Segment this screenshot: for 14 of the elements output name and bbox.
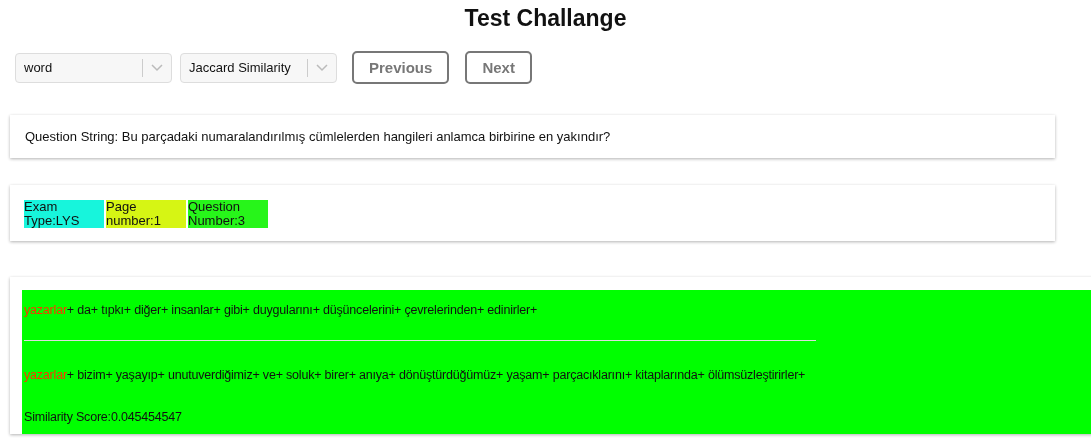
previous-button[interactable]: Previous — [352, 51, 450, 84]
token-sentence: yazarlar+ da+ tıpkı+ diğer+ insanlar+ gibi+ duygularını+ düşüncelerini+ çevrelerinden+ edinirler+ — [24, 302, 539, 319]
token-sentence: yazarlar+ bizim+ yaşayıp+ unutuverdiğimiz+ ve+ soluk+ birer+ anıya+ dönüştürdüğümüz+ yaşam+ parçacıklarını+ kitaplarında+ ölümsüzleştirirler+ — [24, 367, 807, 384]
question-text: Question String: Bu parçadaki numaralandırılmış cümlelerden hangileri anlamca birbirine en yakındır? — [10, 115, 1055, 158]
dropdown[interactable]: Jaccard Similarity — [180, 52, 337, 83]
info-tag: Question Number:3 — [188, 200, 268, 228]
info-tag: Exam Type:LYS — [24, 200, 104, 228]
chevron-down-icon — [151, 63, 163, 72]
next-button[interactable]: Next — [465, 51, 532, 84]
page-title: Test Challange — [463, 4, 628, 33]
dropdown[interactable]: word — [15, 52, 172, 83]
similarity-score: Similarity Score:0.045454547 — [24, 410, 183, 424]
chevron-down-icon — [316, 63, 328, 72]
info-tag: Page number:1 — [106, 200, 186, 228]
